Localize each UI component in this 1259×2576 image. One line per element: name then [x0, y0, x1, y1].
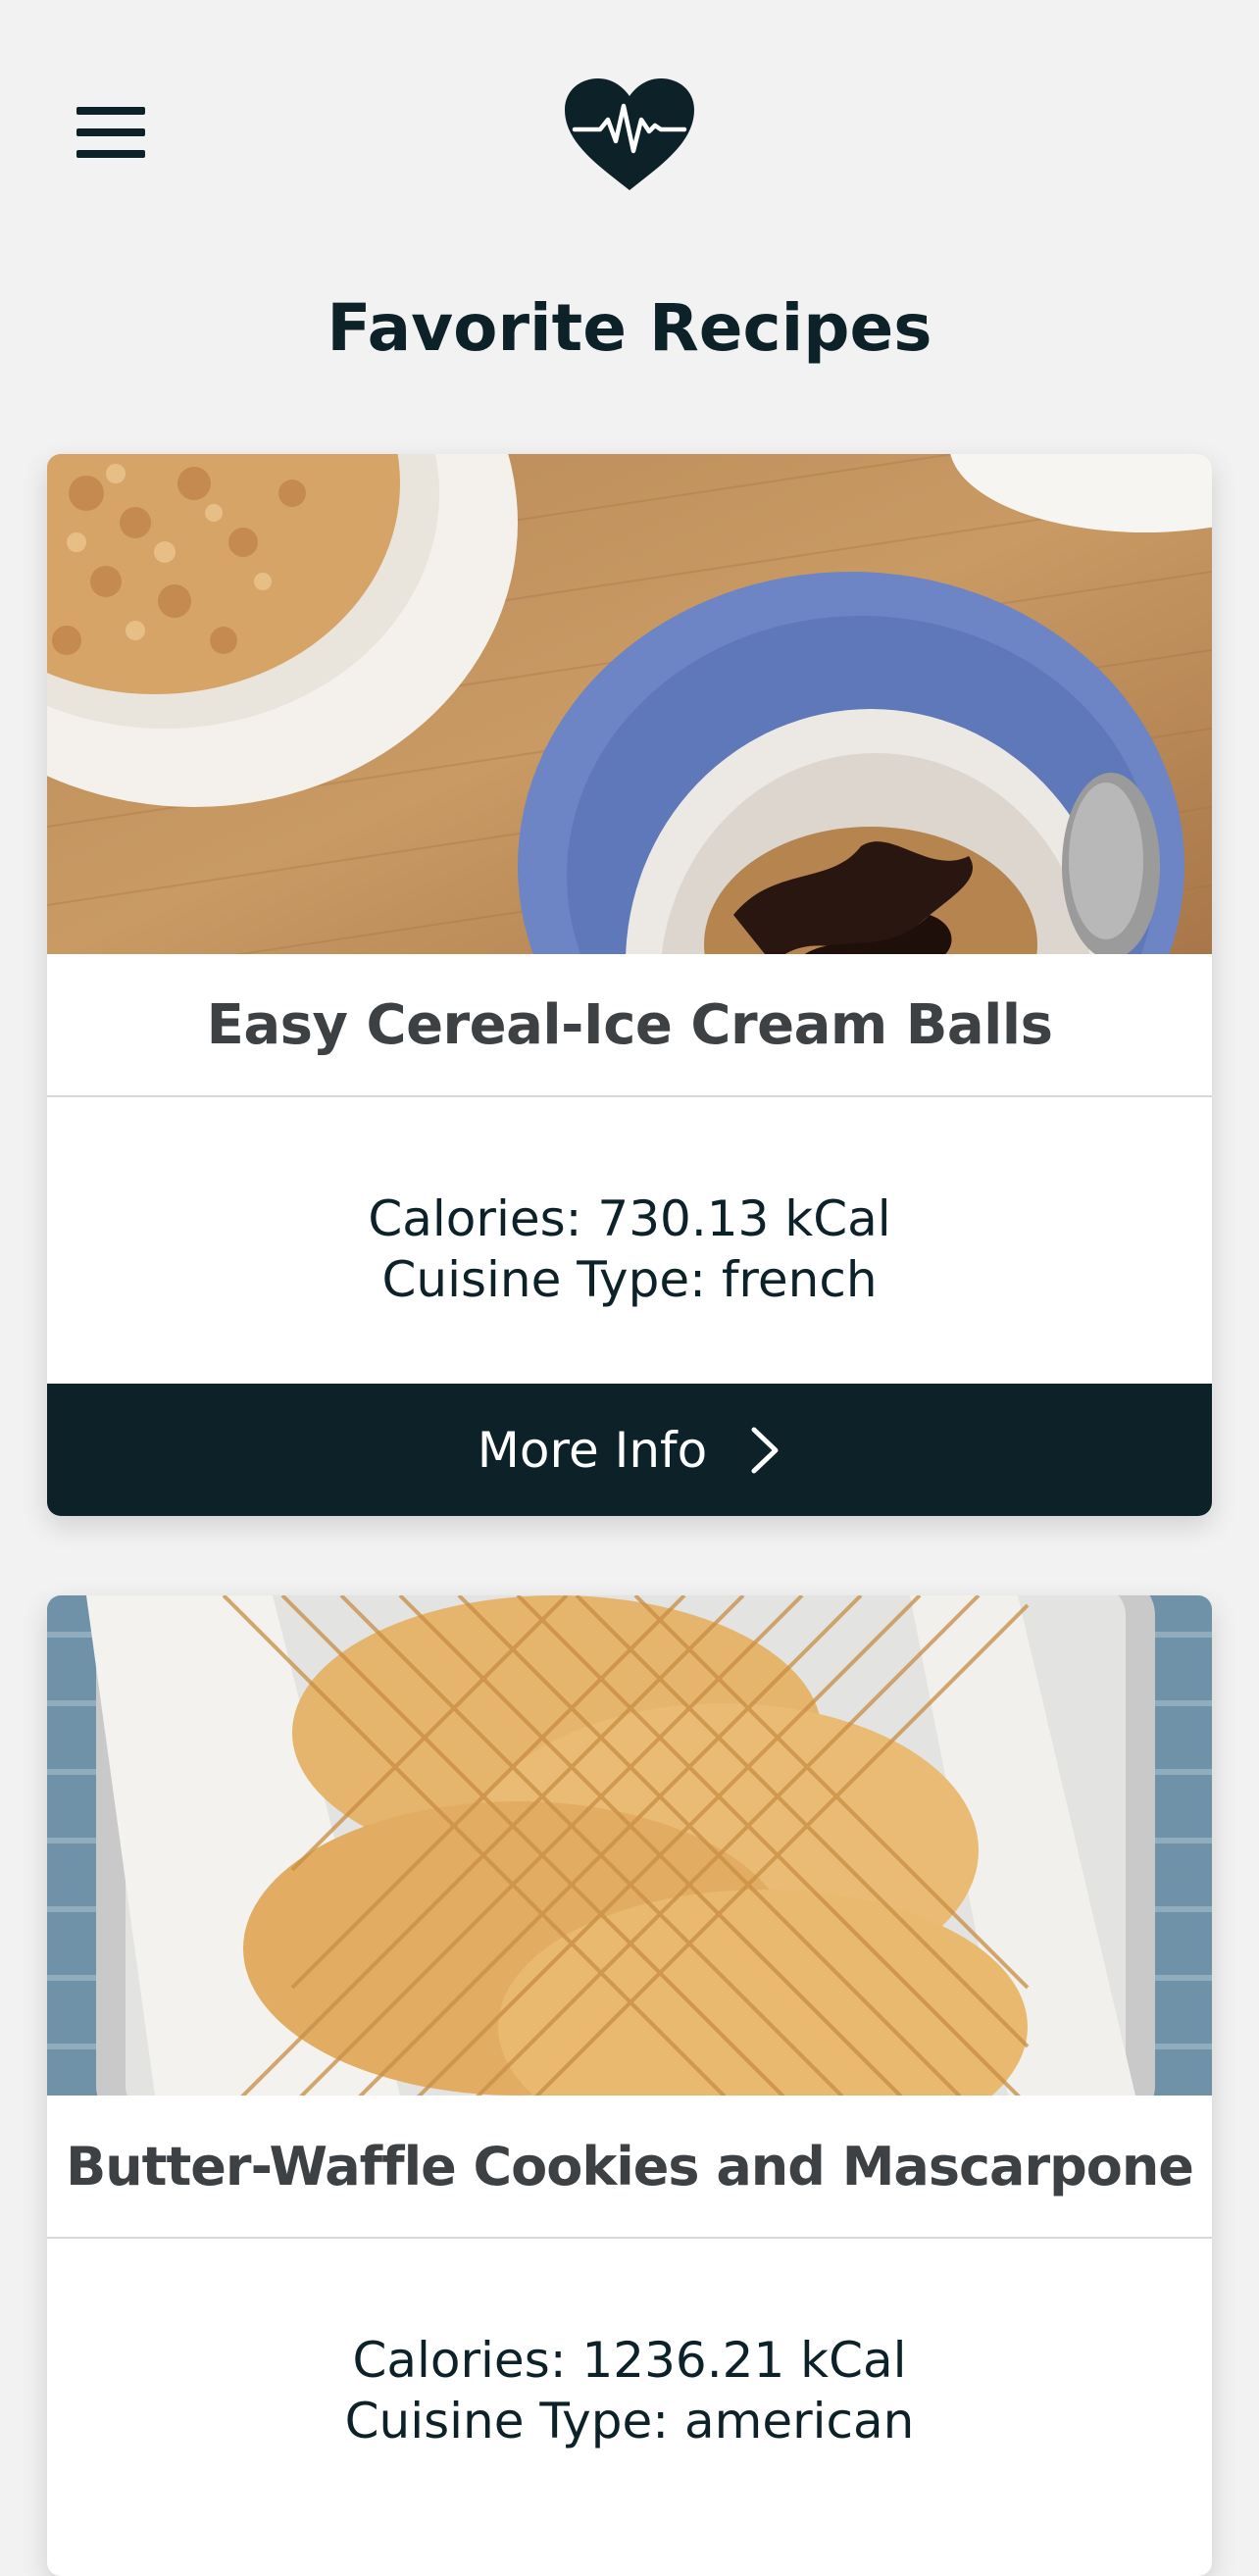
- menu-button[interactable]: [59, 88, 162, 177]
- menu-icon-bar-middle: [76, 128, 145, 136]
- page-title: Favorite Recipes: [327, 290, 932, 366]
- recipe-card: Easy Cereal-Ice Cream Balls Calories: 73…: [47, 454, 1212, 1516]
- heart-pulse-icon: [561, 76, 698, 194]
- recipe-photo: [47, 1595, 1212, 2096]
- more-info-label: More Info: [477, 1421, 708, 1479]
- recipe-cuisine: Cuisine Type: american: [344, 2393, 915, 2450]
- recipe-cuisine: Cuisine Type: french: [381, 1251, 878, 1308]
- recipe-calories: Calories: 730.13 kCal: [368, 1190, 891, 1247]
- recipe-details: Calories: 730.13 kCal Cuisine Type: fren…: [47, 1097, 1212, 1384]
- menu-icon-bar-top: [76, 107, 145, 115]
- chevron-right-icon: [748, 1426, 781, 1475]
- recipe-details: Calories: 1236.21 kCal Cuisine Type: ame…: [47, 2239, 1212, 2525]
- recipe-photo: [47, 454, 1212, 954]
- recipe-calories: Calories: 1236.21 kCal: [352, 2332, 907, 2389]
- recipe-card: Butter-Waffle Cookies and Mascarpone Cal…: [47, 1595, 1212, 2576]
- app-header: [0, 0, 1259, 255]
- recipe-title: Butter-Waffle Cookies and Mascarpone: [47, 2096, 1212, 2239]
- more-info-button[interactable]: More Info: [47, 1384, 1212, 1516]
- recipe-title: Easy Cereal-Ice Cream Balls: [47, 954, 1212, 1097]
- menu-icon-bar-bottom: [76, 150, 145, 158]
